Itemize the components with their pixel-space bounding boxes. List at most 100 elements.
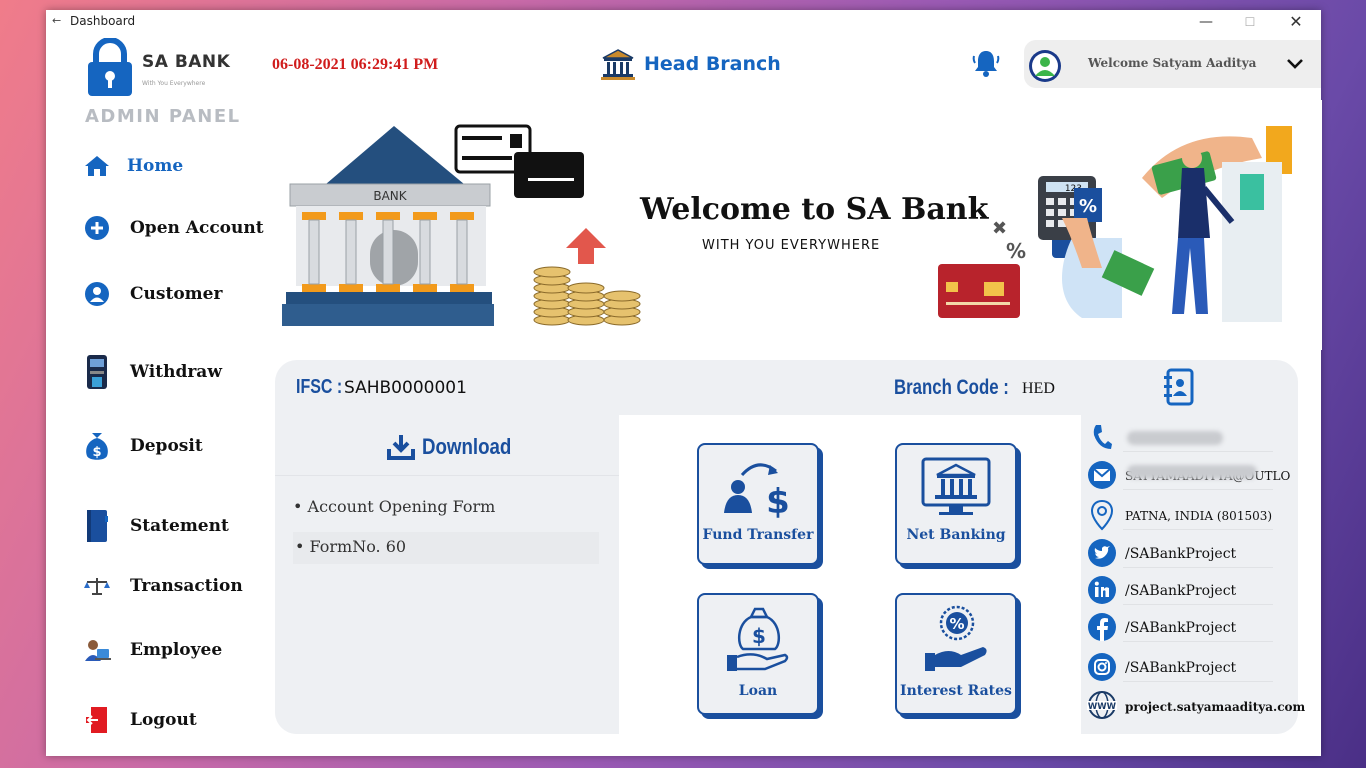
facebook-handle: /SABankProject [1125, 620, 1237, 636]
contact-phone[interactable] [1087, 421, 1292, 453]
tile-label: Net Banking [906, 527, 1006, 543]
sidebar-item-label: Deposit [130, 436, 203, 456]
sidebar-item-label: Withdraw [130, 362, 222, 382]
divider [1123, 489, 1273, 490]
app-window: ← Dashboard — ☐ ✕ SA BANK With You Every… [46, 10, 1322, 756]
sidebar-item-transaction[interactable]: Transaction [82, 568, 272, 604]
sidebar-item-label: Open Account [130, 218, 264, 238]
divider [1123, 681, 1273, 682]
ifsc-label: IFSC : [296, 376, 343, 398]
sidebar-item-label: Logout [130, 710, 197, 730]
facebook-icon [1087, 611, 1117, 643]
loan-button[interactable]: $ Loan [697, 593, 819, 715]
welcome-subtitle: WITH YOU EVERYWHERE [702, 238, 881, 253]
close-button[interactable]: ✕ [1286, 12, 1306, 32]
svg-text:%: % [949, 615, 964, 633]
svg-text:$: $ [766, 482, 790, 519]
notification-bell-icon[interactable] [972, 48, 1000, 78]
tile-label: Interest Rates [900, 683, 1012, 699]
services-grid: $ Fund Transfer Net Banking $ Loan % Int… [619, 415, 1081, 734]
money-bag-icon: $ [82, 428, 112, 464]
sidebar-item-label: Employee [130, 640, 223, 660]
download-title: Download [422, 434, 512, 459]
user-circle-icon [82, 276, 112, 312]
fund-transfer-icon: $ [724, 463, 790, 519]
download-item-form-no-60[interactable]: • FormNo. 60 [293, 532, 599, 564]
employee-icon [82, 632, 112, 668]
svg-text:WWW: WWW [1088, 702, 1117, 712]
contact-book-icon[interactable] [1161, 368, 1195, 406]
svg-text:%: % [1006, 239, 1026, 263]
contact-facebook[interactable]: /SABankProject [1087, 611, 1292, 643]
welcome-user-text: Welcome Satyam Aaditya [1088, 56, 1257, 70]
redacted-phone [1127, 431, 1223, 445]
home-icon [82, 148, 112, 184]
branch-code-row: Branch Code : HED [894, 376, 1055, 400]
user-menu[interactable]: Welcome Satyam Aaditya [1024, 40, 1321, 88]
info-panel: IFSC : SAHB0000001 Branch Code : HED Dow… [275, 360, 1305, 734]
brand-tagline: With You Everywhere [142, 80, 206, 87]
sidebar-item-label: Customer [130, 284, 223, 304]
divider [1123, 604, 1273, 605]
sidebar-item-label: Home [127, 156, 184, 176]
welcome-banner: BANK Welcome to SA Bank WITH YOU EVERYWH… [272, 100, 1322, 350]
instagram-handle: /SABankProject [1125, 660, 1237, 676]
net-banking-button[interactable]: Net Banking [895, 443, 1017, 565]
bank-sign-text: BANK [373, 189, 407, 203]
admin-panel-label: ADMIN PANEL [85, 106, 241, 127]
window-title: Dashboard [70, 14, 136, 28]
bank-building-icon [601, 49, 635, 80]
notebook-icon [82, 508, 112, 544]
sidebar-item-employee[interactable]: Employee [82, 632, 272, 668]
interest-rates-icon: % [925, 605, 987, 671]
contact-linkedin[interactable]: /SABankProject [1087, 574, 1292, 606]
minimize-button[interactable]: — [1196, 12, 1216, 32]
divider [1123, 451, 1273, 452]
sidebar-item-label: Transaction [130, 576, 243, 596]
linkedin-icon [1087, 574, 1117, 606]
contact-instagram[interactable]: /SABankProject [1087, 651, 1292, 683]
divider [1123, 641, 1273, 642]
maximize-button[interactable]: ☐ [1240, 12, 1260, 32]
chevron-down-icon[interactable] [1286, 56, 1304, 70]
instagram-icon [1087, 651, 1117, 683]
divider [275, 475, 619, 476]
branch-code-label: Branch Code : [894, 376, 1009, 399]
fund-transfer-button[interactable]: $ Fund Transfer [697, 443, 819, 565]
finance-illustration: 123 % % ✖ [938, 126, 1292, 322]
ifsc-value: SAHB0000001 [344, 378, 467, 398]
branch-name: Head Branch [644, 53, 781, 75]
datetime-display: 06-08-2021 06:29:41 PM [272, 56, 439, 73]
download-item-account-opening-form[interactable]: • Account Opening Form [293, 497, 495, 516]
sidebar-item-statement[interactable]: Statement [82, 508, 272, 544]
net-banking-icon [921, 457, 991, 515]
scale-icon [82, 568, 112, 604]
ifsc-row: IFSC : SAHB0000001 [296, 376, 467, 399]
tile-label: Fund Transfer [702, 527, 814, 543]
title-bar: ← Dashboard — ☐ ✕ [46, 10, 1321, 34]
avatar [1029, 50, 1061, 82]
sidebar-item-open-account[interactable]: Open Account [82, 210, 272, 246]
sidebar-item-deposit[interactable]: $ Deposit [82, 428, 272, 464]
sidebar-item-withdraw[interactable]: Withdraw [82, 354, 272, 390]
address-text: PATNA, INDIA (801503) [1125, 509, 1273, 523]
contact-website[interactable]: WWW project.satyamaaditya.com [1087, 689, 1305, 721]
divider [1123, 567, 1273, 568]
download-button[interactable]: Download [386, 433, 527, 461]
sidebar-item-customer[interactable]: Customer [82, 276, 272, 312]
sidebar-item-logout[interactable]: Logout [82, 702, 272, 738]
sidebar-item-home[interactable]: Home [82, 148, 272, 184]
contact-twitter[interactable]: /SABankProject [1087, 537, 1292, 569]
brand-name: SA BANK [142, 52, 231, 72]
svg-text:$: $ [752, 624, 766, 648]
download-icon [387, 435, 415, 460]
logout-icon [82, 702, 112, 738]
sidebar-item-label: Statement [130, 516, 229, 536]
interest-rates-button[interactable]: % Interest Rates [895, 593, 1017, 715]
back-arrow-icon[interactable]: ← [52, 14, 61, 27]
globe-www-icon: WWW [1087, 689, 1117, 721]
bank-illustration: BANK [282, 124, 641, 326]
contact-email[interactable]: SATYAMAADITYA@OUTLO [1087, 459, 1292, 491]
linkedin-handle: /SABankProject [1125, 583, 1237, 599]
atm-icon [82, 354, 112, 390]
